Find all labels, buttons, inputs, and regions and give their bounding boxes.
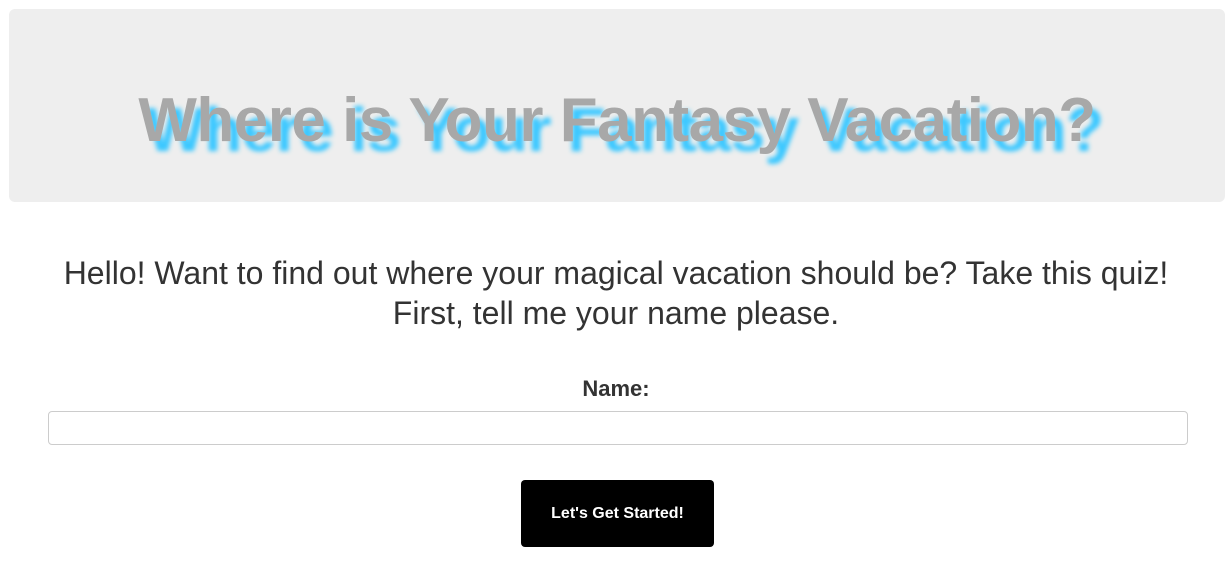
page-title: Where is Your Fantasy Vacation? — [138, 86, 1096, 155]
intro-text: Hello! Want to find out where your magic… — [63, 255, 1169, 331]
name-label: Name: — [582, 376, 650, 401]
header-jumbotron: Where is Your Fantasy Vacation? — [9, 9, 1225, 202]
name-input[interactable] — [48, 411, 1188, 445]
get-started-button[interactable]: Let's Get Started! — [521, 480, 714, 547]
